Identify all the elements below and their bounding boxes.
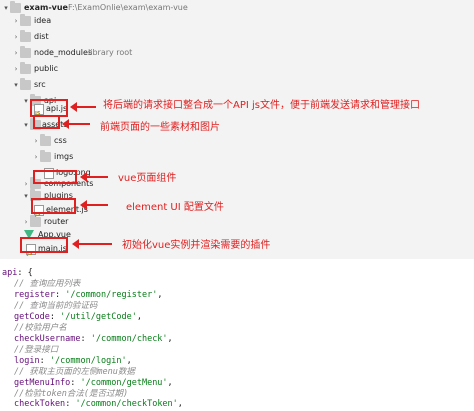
tree-item-label: dist	[34, 32, 49, 41]
highlight-main-js	[20, 237, 68, 253]
folder-icon	[20, 14, 31, 26]
code-key: checkToken	[14, 399, 66, 409]
tree-item-label: idea	[34, 16, 52, 25]
chevron-down-icon[interactable]: ▾	[22, 117, 30, 133]
folder-icon	[30, 215, 41, 227]
chevron-right-icon[interactable]: ›	[12, 29, 20, 45]
code-editor[interactable]: api: { // 查询应用列表 register: '/common/regi…	[0, 262, 474, 409]
chevron-down-icon[interactable]: ▾	[22, 188, 30, 204]
project-tree: ▾ exam-vue F:\ExamOnlie\exam\exam-vue › …	[0, 0, 474, 262]
chevron-right-icon[interactable]: ›	[12, 45, 20, 61]
code-string: '/common/register'	[65, 290, 158, 300]
chevron-down-icon[interactable]: ▾	[22, 93, 30, 109]
annotation-element: element UI 配置文件	[126, 202, 224, 213]
folder-icon	[20, 78, 31, 90]
arrow-assets-icon	[62, 119, 90, 129]
arrow-element-icon	[80, 200, 108, 210]
tree-item-label: css	[54, 136, 67, 145]
annotation-api: 将后端的请求接口整合成一个API js文件，便于前端发送请求和管理接口	[103, 100, 420, 111]
folder-icon	[20, 62, 31, 74]
folder-icon	[20, 46, 31, 58]
chevron-right-icon[interactable]: ›	[12, 61, 20, 77]
code-string: '/common/getMenu'	[80, 378, 168, 388]
code-string: '/common/check'	[90, 334, 168, 344]
chevron-down-icon[interactable]: ▾	[12, 77, 20, 93]
code-key: checkUsername	[14, 334, 81, 344]
code-key: login	[14, 356, 40, 366]
tree-item-label: public	[34, 64, 59, 73]
folder-icon	[40, 134, 51, 146]
tree-item-label: src	[34, 80, 46, 89]
library-root-label: library root	[88, 48, 133, 57]
tree-item-label: node_modules	[34, 48, 93, 57]
annotation-assets: 前端页面的一些素材和图片	[100, 122, 220, 133]
code-key: getCode	[14, 312, 50, 322]
highlight-assets	[33, 115, 60, 129]
folder-icon	[10, 1, 21, 13]
chevron-right-icon[interactable]: ›	[12, 13, 20, 29]
highlight-components	[33, 170, 77, 184]
chevron-right-icon[interactable]: ›	[22, 214, 30, 230]
chevron-right-icon[interactable]: ›	[32, 149, 40, 165]
code-key: api	[2, 268, 18, 278]
annotation-main: 初始化vue实例并渲染需要的插件	[122, 240, 271, 251]
chevron-down-icon[interactable]: ▾	[2, 0, 10, 16]
arrow-components-icon	[80, 172, 108, 182]
code-string: '/util/getCode'	[60, 312, 137, 322]
root-path: F:\ExamOnlie\exam\exam-vue	[68, 3, 188, 12]
code-key: getMenuInfo	[14, 378, 71, 388]
code-string: '/common/login'	[49, 356, 127, 366]
tree-item-label: imgs	[54, 152, 74, 161]
code-string: '/common/checkToken'	[75, 399, 178, 409]
annotation-components: vue页面组件	[118, 173, 177, 184]
folder-icon	[20, 30, 31, 42]
code-line: checkToken: '/common/checkToken',	[14, 399, 183, 409]
arrow-api-icon	[70, 102, 96, 112]
arrow-main-icon	[72, 239, 112, 249]
chevron-right-icon[interactable]: ›	[32, 133, 40, 149]
highlight-element-js	[31, 198, 76, 214]
folder-icon	[40, 150, 51, 162]
code-key: register	[14, 290, 55, 300]
